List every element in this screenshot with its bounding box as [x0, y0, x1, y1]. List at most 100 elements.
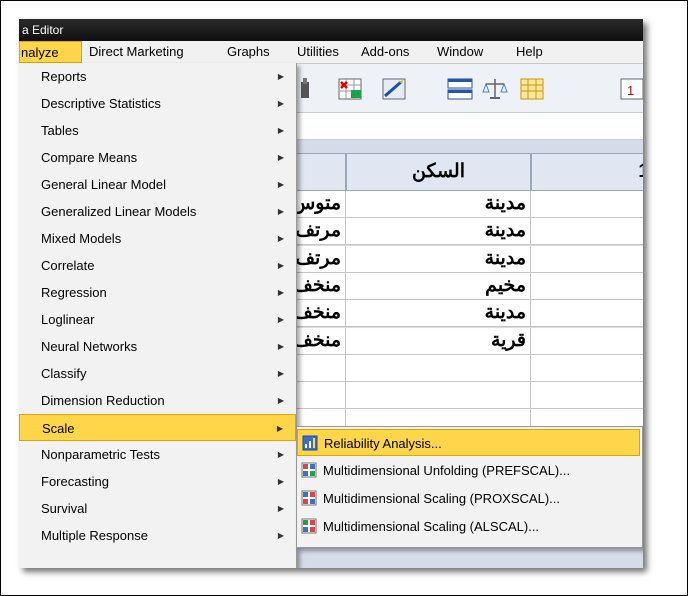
submenu-item-label: Reliability Analysis...: [324, 436, 442, 451]
grid-cell[interactable]: ا: [531, 327, 643, 355]
menu-window[interactable]: Window: [437, 44, 483, 59]
menu-item-generalized-linear-models[interactable]: Generalized Linear Models ▶: [19, 198, 296, 225]
grid-cell[interactable]: منخف: [294, 327, 346, 355]
weight-cases-icon[interactable]: [482, 76, 508, 102]
submenu-arrow-icon: ▶: [277, 99, 284, 108]
menu-item-label: Neural Networks: [41, 339, 138, 354]
grid-cell[interactable]: [346, 354, 531, 382]
menu-utilities[interactable]: Utilities: [297, 44, 339, 59]
menu-item-scale[interactable]: Scale ▶: [19, 414, 296, 441]
menu-item-tables[interactable]: Tables ▶: [19, 117, 296, 144]
insert-cases-icon[interactable]: [337, 76, 363, 102]
grid-cell[interactable]: مدينة: [346, 300, 531, 328]
menu-item-label: Regression: [41, 285, 107, 300]
menu-item-nonparametric-tests[interactable]: Nonparametric Tests ▶: [19, 441, 296, 468]
menu-item-mixed-models[interactable]: Mixed Models ▶: [19, 225, 296, 252]
menu-item-label: Generalized Linear Models: [41, 204, 197, 219]
menu-item-general-linear-model[interactable]: General Linear Model ▶: [19, 171, 296, 198]
grid-cell[interactable]: منخف: [294, 300, 346, 328]
menu-item-reports[interactable]: Reports ▶: [19, 63, 296, 90]
insert-variable-icon[interactable]: [381, 76, 407, 102]
menu-add-ons[interactable]: Add-ons: [361, 44, 409, 59]
menu-bar: nalyze Direct Marketing Graphs Utilities…: [19, 41, 643, 64]
analyze-menu: Reports ▶ Descriptive Statistics ▶ Tables ▶…: [19, 63, 297, 568]
grid-cell[interactable]: مدينة: [346, 218, 531, 246]
grid-cell[interactable]: [531, 218, 643, 246]
menu-item-compare-means[interactable]: Compare Means ▶: [19, 144, 296, 171]
grid-cell[interactable]: متوس: [294, 191, 346, 218]
submenu-arrow-icon: ▶: [277, 450, 284, 459]
menu-item-classify[interactable]: Classify ▶: [19, 360, 296, 387]
select-cases-icon[interactable]: [519, 76, 545, 102]
menu-item-survival[interactable]: Survival ▶: [19, 495, 296, 522]
submenu-arrow-icon: ▶: [277, 180, 284, 189]
grid-cell[interactable]: [531, 354, 643, 382]
menu-item-label: Descriptive Statistics: [41, 96, 161, 111]
submenu-arrow-icon: ▶: [277, 72, 284, 81]
menu-item-label: Scale: [42, 421, 75, 436]
submenu-arrow-icon: ▶: [277, 315, 284, 324]
reliability-analysis-icon: [302, 435, 318, 451]
submenu-arrow-icon: ▶: [277, 261, 284, 270]
grid-cell[interactable]: قرية: [346, 327, 531, 355]
menu-item-descriptive-statistics[interactable]: Descriptive Statistics ▶: [19, 90, 296, 117]
menu-item-label: General Linear Model: [41, 177, 167, 192]
menu-item-label: Multiple Response: [41, 528, 148, 543]
menu-analyze[interactable]: nalyze: [19, 41, 82, 63]
grid-cell[interactable]: [294, 382, 346, 410]
menu-item-label: Classify: [41, 366, 87, 381]
grid-cell[interactable]: [531, 191, 643, 218]
column-header-residence[interactable]: السكن: [346, 153, 531, 191]
menu-item-label: Compare Means: [41, 150, 138, 165]
toolbar-partial-icon[interactable]: [299, 76, 311, 102]
grid-cell[interactable]: مدينة: [346, 191, 531, 218]
grid-cell[interactable]: [294, 354, 346, 382]
grid-cell[interactable]: مدينة: [346, 245, 531, 273]
grid-cell[interactable]: مرتف: [294, 218, 346, 246]
menu-direct-marketing[interactable]: Direct Marketing: [89, 44, 184, 59]
submenu-item-reliability-analysis[interactable]: Reliability Analysis...: [297, 429, 640, 456]
grid-cell[interactable]: [531, 245, 643, 273]
submenu-arrow-icon: ▶: [277, 504, 284, 513]
menu-item-loglinear[interactable]: Loglinear ▶: [19, 306, 296, 333]
submenu-arrow-icon: ▶: [277, 396, 284, 405]
submenu-arrow-icon: ▶: [277, 369, 284, 378]
grid-cell[interactable]: مخيم: [346, 272, 531, 300]
column-header[interactable]: 1: [531, 153, 643, 191]
column-header[interactable]: [294, 153, 346, 191]
menu-item-label: Nonparametric Tests: [41, 447, 160, 462]
menu-item-multiple-response[interactable]: Multiple Response ▶: [19, 522, 296, 549]
menu-item-regression[interactable]: Regression ▶: [19, 279, 296, 306]
menu-item-dimension-reduction[interactable]: Dimension Reduction ▶: [19, 387, 296, 414]
submenu-item-label: Multidimensional Scaling (ALSCAL)...: [323, 519, 540, 534]
submenu-item-prefscal[interactable]: Multidimensional Unfolding (PREFSCAL)...: [297, 457, 640, 484]
submenu-item-proxscal[interactable]: Multidimensional Scaling (PROXSCAL)...: [297, 485, 640, 512]
menu-graphs[interactable]: Graphs: [227, 44, 270, 59]
submenu-arrow-icon: ▶: [277, 342, 284, 351]
grid-cell[interactable]: مرتف: [294, 245, 346, 273]
menu-item-label: Reports: [41, 69, 87, 84]
window-title: a Editor: [22, 23, 64, 37]
grid-cell[interactable]: منخف: [294, 272, 346, 300]
submenu-arrow-icon: ▶: [277, 126, 284, 135]
title-bar: a Editor: [19, 19, 643, 41]
menu-item-label: Forecasting: [41, 474, 109, 489]
split-file-icon[interactable]: [447, 76, 473, 102]
multidimensional-scaling-alscal-icon: [301, 518, 317, 534]
submenu-arrow-icon: ▶: [276, 424, 283, 433]
grid-cell[interactable]: [346, 382, 531, 410]
menu-item-correlate[interactable]: Correlate ▶: [19, 252, 296, 279]
menu-item-neural-networks[interactable]: Neural Networks ▶: [19, 333, 296, 360]
value-labels-icon[interactable]: 1: [619, 76, 643, 102]
submenu-item-alscal[interactable]: Multidimensional Scaling (ALSCAL)...: [297, 513, 640, 540]
submenu-item-label: Multidimensional Unfolding (PREFSCAL)...: [323, 463, 571, 478]
menu-item-forecasting[interactable]: Forecasting ▶: [19, 468, 296, 495]
grid-cell[interactable]: [531, 382, 643, 410]
submenu-item-label: Multidimensional Scaling (PROXSCAL)...: [323, 491, 560, 506]
submenu-arrow-icon: ▶: [277, 477, 284, 486]
grid-cell[interactable]: ا: [531, 272, 643, 300]
submenu-arrow-icon: ▶: [277, 531, 284, 540]
grid-cell[interactable]: [531, 300, 643, 328]
menu-help[interactable]: Help: [516, 44, 543, 59]
scale-submenu: Reliability Analysis... Multidimensional…: [296, 426, 643, 548]
